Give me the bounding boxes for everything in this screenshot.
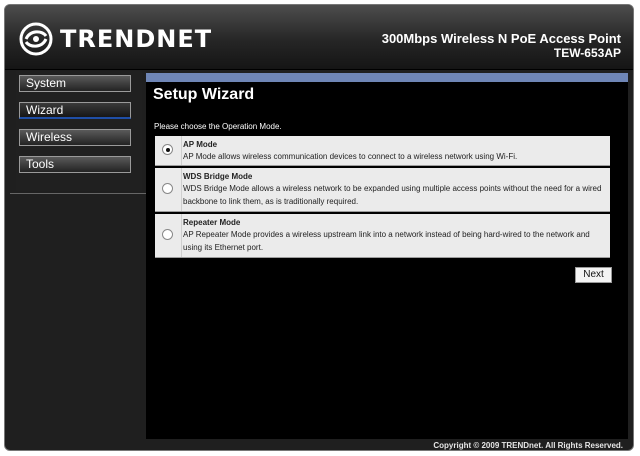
page-title: Setup Wizard (153, 86, 255, 103)
content-accent-bar (146, 73, 628, 82)
product-name: 300Mbps Wireless N PoE Access Point (381, 31, 621, 46)
option-title: WDS Bridge Mode (183, 172, 253, 181)
radio-ap-mode[interactable] (162, 144, 173, 155)
header: TRENDNET 300Mbps Wireless N PoE Access P… (5, 5, 633, 70)
option-text: Repeater Mode AP Repeater Mode provides … (183, 217, 604, 254)
radio-cell (155, 168, 182, 211)
sidebar-item-wizard[interactable]: Wizard (19, 102, 131, 119)
option-description: WDS Bridge Mode allows a wireless networ… (183, 184, 602, 206)
radio-cell (155, 136, 182, 165)
option-repeater-mode[interactable]: Repeater Mode AP Repeater Mode provides … (155, 214, 610, 258)
next-button[interactable]: Next (575, 267, 612, 283)
option-wds-bridge-mode[interactable]: WDS Bridge Mode WDS Bridge Mode allows a… (155, 168, 610, 212)
radio-wds-bridge-mode[interactable] (162, 183, 173, 194)
sidebar: System Wizard Wireless Tools (10, 71, 154, 194)
brand-name: TRENDNET (60, 25, 213, 53)
sidebar-item-wireless[interactable]: Wireless (19, 129, 131, 146)
product-info: 300Mbps Wireless N PoE Access Point TEW-… (382, 31, 621, 61)
main-content: Setup Wizard Please choose the Operation… (146, 73, 628, 439)
option-ap-mode[interactable]: AP Mode AP Mode allows wireless communic… (155, 136, 610, 166)
operation-mode-prompt: Please choose the Operation Mode. (154, 122, 282, 131)
radio-cell (155, 214, 182, 257)
footer-copyright: Copyright © 2009 TRENDnet. All Rights Re… (433, 441, 623, 450)
option-description: AP Repeater Mode provides a wireless ups… (183, 230, 590, 252)
sidebar-item-system[interactable]: System (19, 75, 131, 92)
brand-logo: TRENDNET (19, 19, 212, 59)
product-model: TEW-653AP (553, 46, 621, 60)
sidebar-item-tools[interactable]: Tools (19, 156, 131, 173)
option-title: AP Mode (183, 140, 218, 149)
option-description: AP Mode allows wireless communication de… (183, 152, 518, 161)
radio-repeater-mode[interactable] (162, 229, 173, 240)
trendnet-swirl-icon (19, 22, 53, 56)
option-text: AP Mode AP Mode allows wireless communic… (183, 139, 604, 163)
option-title: Repeater Mode (183, 218, 241, 227)
option-text: WDS Bridge Mode WDS Bridge Mode allows a… (183, 171, 604, 208)
router-admin-window: TRENDNET 300Mbps Wireless N PoE Access P… (4, 4, 634, 451)
